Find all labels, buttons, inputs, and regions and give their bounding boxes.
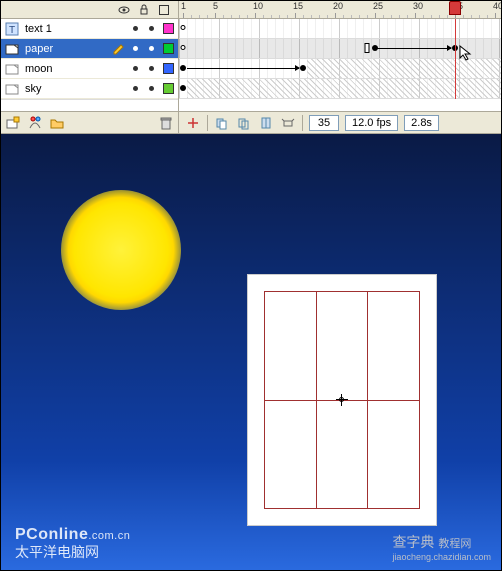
timeline-row-sky[interactable] [179, 79, 501, 99]
new-guide-layer-button[interactable] [27, 115, 43, 131]
tween-arrow-icon [377, 48, 451, 49]
layer-row-text1[interactable]: T text 1 [1, 19, 178, 39]
timeline-panel: T text 1 paper moon [1, 1, 501, 134]
lock-dot[interactable] [145, 26, 157, 31]
timeline-row-text1[interactable] [179, 19, 501, 39]
tween-arrow-icon [187, 68, 299, 69]
lock-icon[interactable] [138, 4, 150, 16]
layers-column: T text 1 paper moon [1, 1, 179, 133]
current-frame-field[interactable]: 35 [309, 115, 339, 131]
keyframe-icon[interactable] [300, 65, 306, 71]
watermark-chazidian: 查字典 教程网 jiaocheng.chazidian.com [392, 532, 491, 562]
visibility-dot[interactable] [129, 26, 141, 31]
onion-skin-outlines-button[interactable] [236, 115, 252, 131]
playhead-line [455, 19, 456, 99]
elapsed-time-field: 2.8s [404, 115, 439, 131]
timeline-column: 1510152025303540 [179, 1, 501, 133]
keyframe-icon[interactable] [180, 65, 186, 71]
registration-point-icon [336, 394, 348, 406]
hatch-region [307, 59, 501, 78]
layer-row-moon[interactable]: moon [1, 59, 178, 79]
new-layer-button[interactable] [5, 115, 21, 131]
layer-name: moon [23, 63, 125, 75]
keyframe-icon[interactable] [180, 85, 186, 91]
app-window: T text 1 paper moon [0, 0, 502, 571]
keyframe-empty-icon[interactable] [181, 25, 186, 30]
lock-dot[interactable] [145, 46, 157, 51]
timeline-row-moon[interactable] [179, 59, 501, 79]
layer-swatch[interactable] [163, 63, 174, 74]
layers-toolbar [1, 111, 178, 133]
layer-swatch[interactable] [163, 83, 174, 94]
timeline-toolbar: 35 12.0 fps 2.8s [179, 111, 501, 133]
layer-swatch[interactable] [163, 43, 174, 54]
visibility-dot[interactable] [129, 66, 141, 71]
new-folder-button[interactable] [49, 115, 65, 131]
keyframe-empty-icon[interactable] [181, 45, 186, 50]
layer-name: sky [23, 83, 125, 95]
moon-symbol[interactable] [61, 190, 181, 310]
onion-skin-button[interactable] [214, 115, 230, 131]
fps-field[interactable]: 12.0 fps [345, 115, 398, 131]
playhead[interactable] [449, 1, 461, 15]
layer-icon [5, 62, 19, 76]
edit-multiple-frames-button[interactable] [258, 115, 274, 131]
layer-row-sky[interactable]: sky [1, 79, 178, 99]
layer-name: text 1 [23, 23, 125, 35]
timeline-ruler[interactable]: 1510152025303540 [179, 1, 501, 19]
timeline-row-paper[interactable] [179, 39, 501, 59]
lock-dot[interactable] [145, 86, 157, 91]
layer-icon [5, 42, 19, 56]
layer-name: paper [23, 43, 109, 55]
watermark-cn: 太平洋电脑网 [15, 542, 99, 562]
cursor-icon [459, 45, 475, 61]
eye-icon[interactable] [118, 4, 130, 16]
layers-filler [1, 99, 178, 111]
hatch-region [187, 79, 501, 98]
outline-icon[interactable] [158, 4, 170, 16]
layers-header [1, 1, 178, 19]
keyframe-icon[interactable] [372, 45, 378, 51]
timeline-filler [179, 99, 501, 111]
keyframe-start-icon[interactable] [365, 43, 370, 53]
delete-layer-button[interactable] [158, 115, 174, 131]
lock-dot[interactable] [145, 66, 157, 71]
visibility-dot[interactable] [129, 46, 141, 51]
center-frame-button[interactable] [185, 115, 201, 131]
modify-onion-markers-button[interactable] [280, 115, 296, 131]
visibility-dot[interactable] [129, 86, 141, 91]
layer-swatch[interactable] [163, 23, 174, 34]
timeline-rows [179, 19, 501, 99]
stage[interactable]: PConline.com.cn 太平洋电脑网 查字典 教程网 jiaocheng… [1, 134, 501, 570]
text-layer-icon: T [5, 22, 19, 36]
pencil-icon [113, 43, 125, 55]
svg-text:T: T [9, 25, 15, 36]
layer-icon [5, 82, 19, 96]
layer-row-paper[interactable]: paper [1, 39, 178, 59]
